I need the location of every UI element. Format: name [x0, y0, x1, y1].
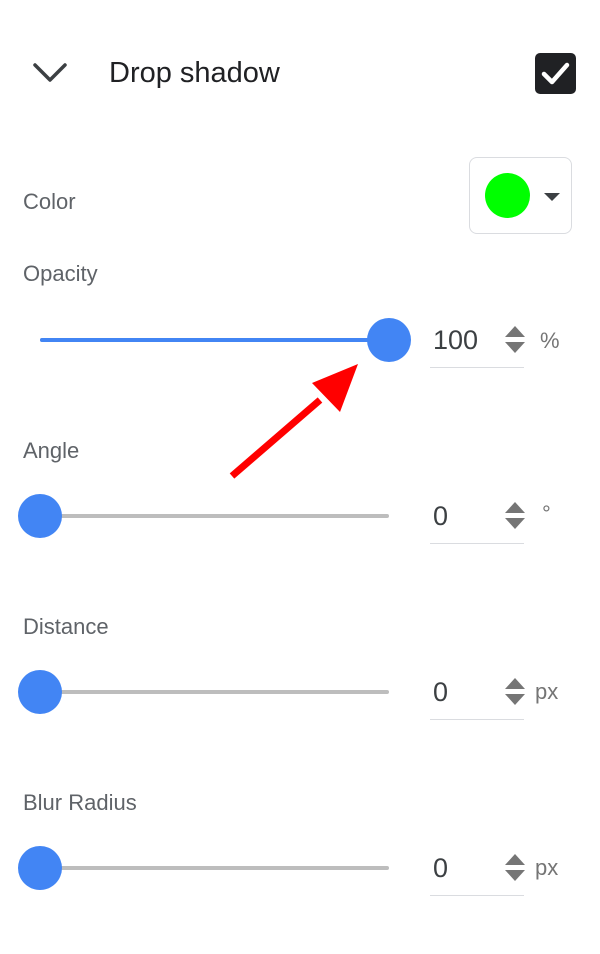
blur-radius-input[interactable]: 0 [430, 846, 525, 896]
increment-icon[interactable] [505, 326, 525, 337]
distance-slider[interactable] [18, 670, 389, 714]
distance-unit: px [535, 679, 559, 704]
decrement-icon[interactable] [505, 694, 525, 705]
blur-radius-label: Blur Radius [23, 790, 137, 815]
opacity-value[interactable]: 100 [433, 324, 478, 356]
increment-icon[interactable] [505, 502, 525, 513]
angle-spinner[interactable] [505, 502, 525, 532]
color-swatch [485, 173, 530, 218]
angle-label: Angle [23, 438, 80, 463]
blur-radius-slider[interactable] [18, 846, 389, 890]
slider-track[interactable] [40, 866, 389, 870]
checkmark-icon [541, 62, 570, 85]
collapse-section-button[interactable] [32, 58, 68, 88]
blur-radius-slider-thumb[interactable] [18, 846, 62, 890]
slider-fill [40, 338, 389, 342]
distance-value[interactable]: 0 [433, 676, 448, 708]
color-label: Color [23, 189, 76, 214]
slider-track[interactable] [40, 514, 389, 518]
opacity-label: Opacity [23, 261, 98, 286]
distance-slider-thumb[interactable] [18, 670, 62, 714]
decrement-icon[interactable] [505, 870, 525, 881]
blur-radius-value[interactable]: 0 [433, 852, 448, 884]
decrement-icon[interactable] [505, 342, 525, 353]
angle-slider-thumb[interactable] [18, 494, 62, 538]
angle-input[interactable]: 0 [430, 494, 525, 544]
increment-icon[interactable] [505, 678, 525, 689]
distance-spinner[interactable] [505, 678, 525, 708]
blur-radius-spinner[interactable] [505, 854, 525, 884]
opacity-input[interactable]: 100 [430, 318, 525, 368]
chevron-down-icon [33, 63, 67, 82]
section-title: Drop shadow [109, 57, 280, 89]
blur-radius-unit: px [535, 855, 559, 880]
angle-unit: ° [542, 501, 551, 526]
opacity-slider-thumb[interactable] [367, 318, 411, 362]
decrement-icon[interactable] [505, 518, 525, 529]
annotation-arrow-icon [229, 364, 358, 479]
color-picker-button[interactable] [469, 157, 572, 234]
distance-label: Distance [23, 614, 109, 639]
opacity-unit: % [540, 328, 560, 353]
distance-input[interactable]: 0 [430, 670, 525, 720]
caret-down-icon [544, 193, 560, 201]
increment-icon[interactable] [505, 854, 525, 865]
angle-slider[interactable] [18, 494, 389, 538]
opacity-spinner[interactable] [505, 326, 525, 356]
drop-shadow-enabled-checkbox[interactable] [535, 53, 576, 94]
angle-value[interactable]: 0 [433, 500, 448, 532]
slider-track[interactable] [40, 690, 389, 694]
